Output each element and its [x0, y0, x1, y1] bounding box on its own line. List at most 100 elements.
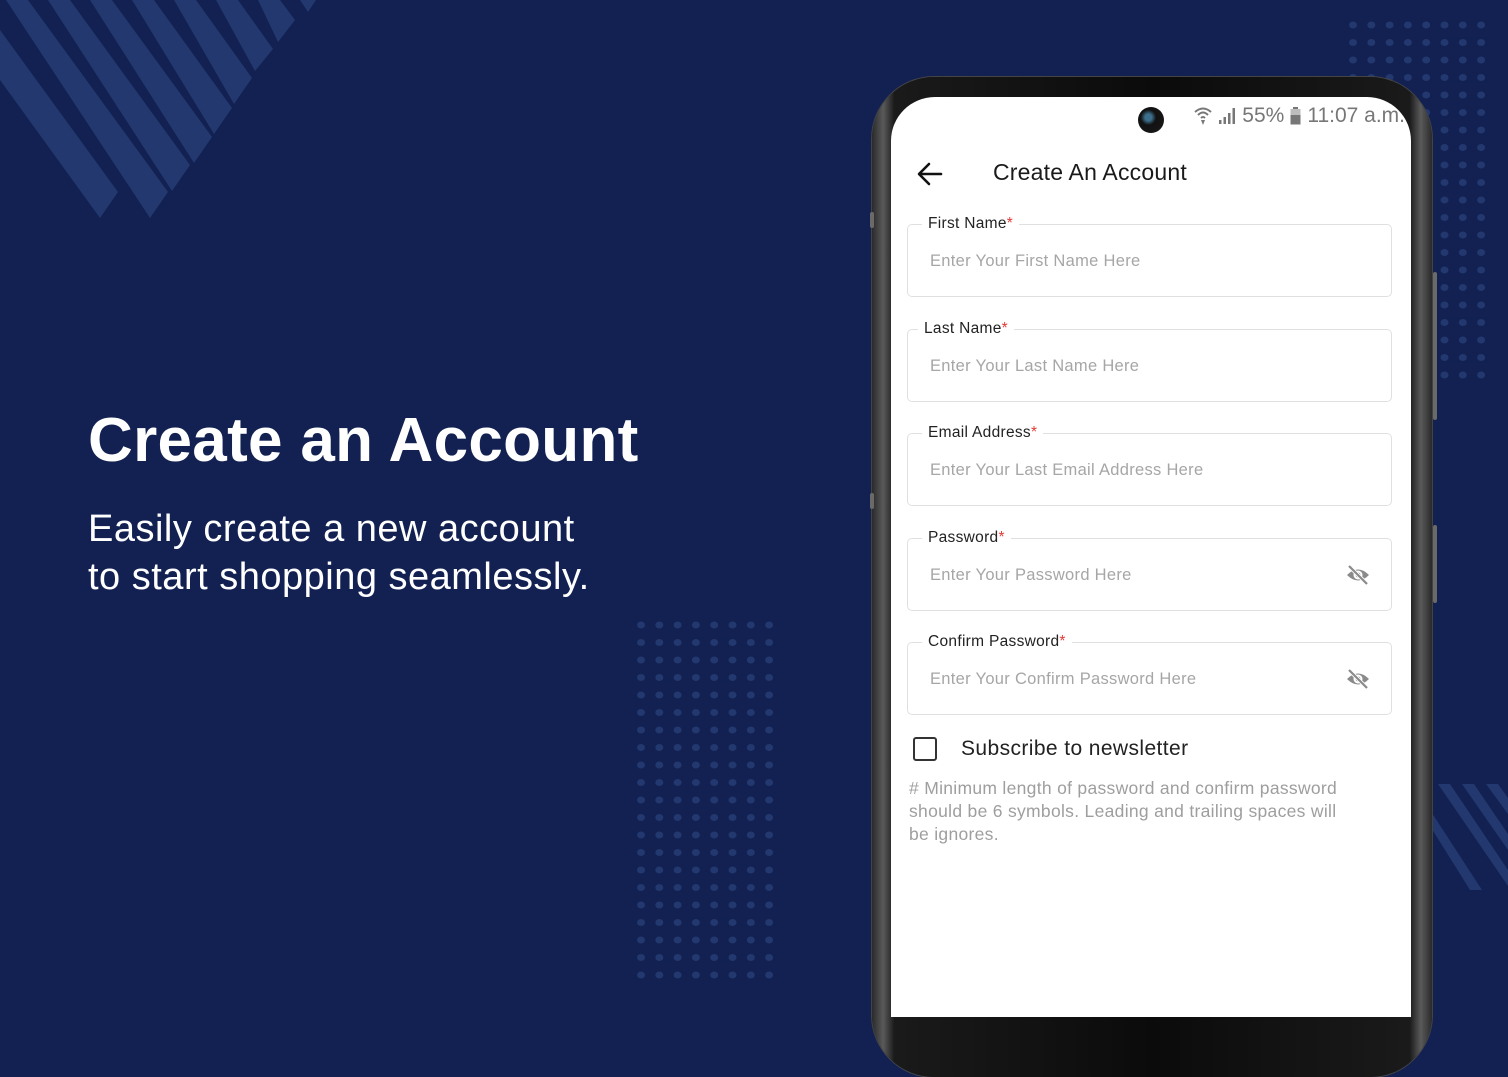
pattern-dot	[1458, 284, 1467, 291]
pattern-dot	[673, 954, 682, 961]
pattern-dot	[746, 761, 755, 769]
pattern-dot	[1440, 91, 1449, 99]
wifi-icon	[1194, 107, 1212, 125]
pattern-dot	[673, 656, 682, 664]
pattern-dot	[765, 936, 774, 944]
newsletter-label[interactable]: Subscribe to newsletter	[961, 737, 1188, 761]
pattern-dot	[728, 796, 737, 804]
pattern-dot	[746, 709, 755, 716]
signal-icon	[1219, 108, 1236, 124]
eye-off-icon[interactable]	[1345, 667, 1371, 691]
pattern-dot	[1458, 354, 1467, 361]
pattern-dot	[746, 656, 755, 664]
pattern-dot	[655, 796, 664, 804]
pattern-dot	[1349, 21, 1357, 29]
pattern-dot	[746, 866, 755, 874]
pattern-dot	[1422, 74, 1431, 81]
pattern-dot	[673, 936, 682, 944]
pattern-dot	[691, 691, 700, 699]
pattern-dot	[765, 709, 774, 716]
newsletter-checkbox[interactable]	[913, 737, 937, 761]
pattern-dot	[1458, 91, 1467, 99]
pattern-dot	[655, 884, 664, 891]
pattern-dot	[746, 779, 755, 786]
pattern-dot	[691, 621, 700, 629]
pattern-dot	[637, 796, 645, 804]
pattern-dot	[728, 639, 737, 646]
arrow-left-icon[interactable]	[915, 159, 945, 189]
pattern-dot	[637, 971, 645, 979]
pattern-dot	[1403, 56, 1412, 64]
pattern-dot	[673, 884, 682, 891]
battery-percentage: 55%	[1242, 104, 1285, 127]
pattern-dot	[691, 796, 700, 804]
pattern-dot	[673, 796, 682, 804]
pattern-dot	[765, 814, 774, 821]
pattern-dot	[1440, 161, 1449, 169]
pattern-dot	[728, 954, 737, 961]
pattern-dot	[1367, 21, 1376, 29]
pattern-dot	[655, 726, 664, 734]
pattern-dot	[1477, 301, 1486, 309]
first-name-field: First Name*	[907, 214, 1392, 297]
pattern-dot	[1477, 231, 1486, 239]
field-label: First Name*	[922, 214, 1020, 234]
pattern-dot	[1458, 249, 1467, 256]
email-input[interactable]	[930, 454, 1330, 486]
phone-side-button	[1433, 272, 1437, 420]
pattern-dot	[1458, 301, 1467, 309]
confirm-password-input[interactable]	[930, 663, 1330, 695]
pattern-dot	[673, 709, 682, 716]
pattern-dot	[765, 744, 774, 751]
pattern-dot	[1477, 249, 1486, 256]
battery-icon	[1290, 107, 1301, 125]
pattern-dot	[765, 779, 774, 786]
eye-off-icon[interactable]	[1345, 563, 1371, 587]
pattern-dot	[728, 919, 737, 926]
pattern-dot	[746, 954, 755, 961]
pattern-dot	[746, 744, 755, 751]
pattern-dot	[655, 849, 664, 856]
pattern-dot	[1458, 336, 1467, 344]
pattern-dot	[1458, 74, 1467, 81]
pattern-dot	[1440, 266, 1449, 274]
email-field: Email Address*	[907, 423, 1392, 506]
pattern-dot	[637, 779, 645, 786]
pattern-dot	[1349, 39, 1357, 46]
pattern-dot	[655, 936, 664, 944]
pattern-dot	[710, 831, 719, 839]
first-name-input[interactable]	[930, 245, 1330, 277]
last-name-input[interactable]	[930, 350, 1330, 382]
diagonal-stripes-decoration	[0, 0, 316, 218]
app-bar: Create An Account	[891, 155, 1411, 195]
pattern-dot	[1440, 371, 1449, 379]
pattern-dot	[637, 621, 645, 629]
pattern-dot	[1477, 354, 1486, 361]
pattern-dot	[746, 796, 755, 804]
pattern-dot	[673, 901, 682, 909]
pattern-dot	[746, 884, 755, 891]
diagonal-stripes-decoration	[1430, 784, 1508, 890]
pattern-dot	[655, 866, 664, 874]
pattern-dot	[673, 744, 682, 751]
pattern-dot	[1440, 284, 1449, 291]
password-input[interactable]	[930, 559, 1330, 591]
pattern-dot	[1458, 231, 1467, 239]
pattern-dot	[746, 831, 755, 839]
pattern-dot	[673, 831, 682, 839]
pattern-dot	[655, 761, 664, 769]
pattern-dot	[637, 849, 645, 856]
pattern-dot	[728, 674, 737, 681]
pattern-dot	[673, 674, 682, 681]
pattern-dot	[1440, 109, 1449, 116]
pattern-dot	[728, 691, 737, 699]
pattern-dot	[1367, 56, 1376, 64]
pattern-dot	[746, 919, 755, 926]
pattern-dot	[655, 744, 664, 751]
phone-side-button	[1433, 525, 1437, 603]
pattern-dot	[728, 761, 737, 769]
pattern-dot	[691, 849, 700, 856]
pattern-dot	[637, 674, 645, 681]
pattern-dot	[637, 954, 645, 961]
pattern-dot	[637, 831, 645, 839]
